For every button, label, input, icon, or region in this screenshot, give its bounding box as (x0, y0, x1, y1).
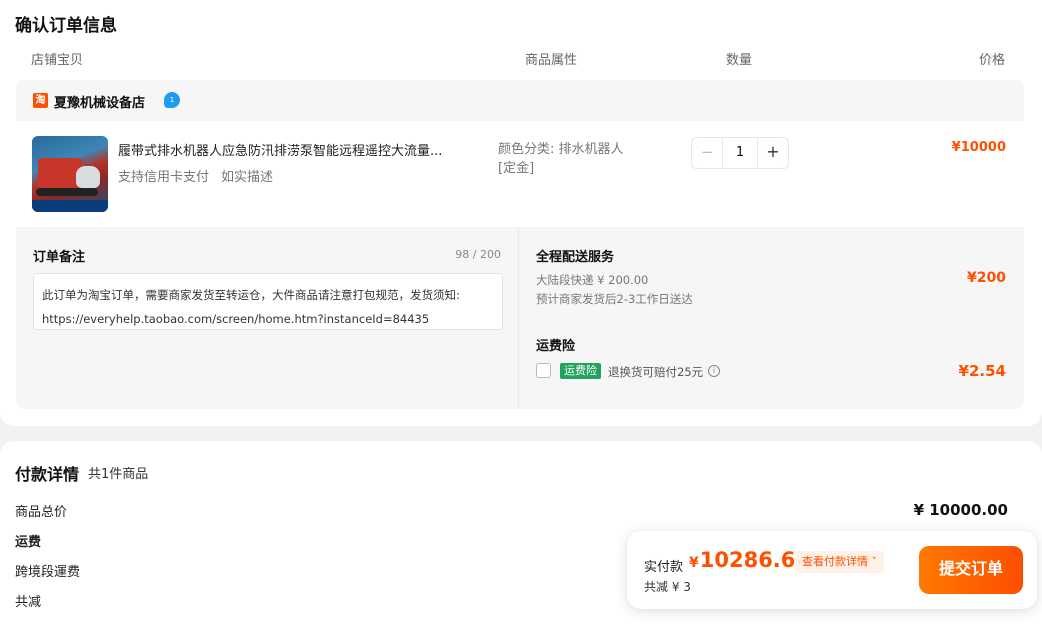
remark-input[interactable]: 此订单为淘宝订单，需要商家发货至转运仓，大件商品请注意打包规范，发货须知: ht… (33, 273, 503, 330)
payment-row-subtotal: 商品总价 (15, 505, 68, 520)
col-quantity: 数量 (726, 53, 753, 68)
col-attributes: 商品属性 (525, 53, 578, 68)
total-discount: 共减 ¥ 3 (644, 580, 691, 594)
order-box: 淘 夏豫机械设备店 1 履带式排水机器人应急防汛排涝泵智能远程遥控大流量... … (16, 80, 1024, 409)
shipping-eta: 预计商家发货后2-3工作日送达 (536, 292, 693, 306)
product-tags: 支持信用卡支付 如实描述 (118, 166, 273, 185)
quantity-stepper: − 1 + (691, 137, 789, 169)
section-title: 确认订单信息 (15, 16, 117, 36)
payment-subtotal-value: ¥ 10000.00 (913, 501, 1008, 519)
shipping-area: 全程配送服务 大陆段快递 ¥ 200.00 预计商家发货后2-3工作日送达 ¥2… (519, 227, 1024, 409)
shipping-title: 全程配送服务 (536, 250, 615, 265)
insurance-checkbox[interactable] (536, 363, 551, 378)
product-attribute-color: 颜色分类: 排水机器人 (498, 142, 624, 157)
payment-item-count: 共1件商品 (88, 467, 149, 482)
insurance-title: 运费险 (536, 339, 576, 354)
product-attribute-deposit: [定金] (498, 161, 535, 176)
payment-row-shipping: 运费 (15, 535, 42, 550)
shop-row: 淘 夏豫机械设备店 1 (16, 80, 1024, 121)
thumb-shape (32, 200, 108, 212)
insurance-price: ¥2.54 (958, 362, 1006, 380)
insurance-tag: 运费险 (560, 363, 601, 379)
remark-title: 订单备注 (33, 250, 86, 265)
payment-title: 付款详情 (15, 465, 80, 484)
view-payment-details-button[interactable]: 查看付款详情 ˅ (795, 551, 884, 573)
checkout-bar: 实付款 ¥10286.60 查看付款详情 ˅ 共减 ¥ 3 提交订单 (627, 531, 1037, 609)
shop-name[interactable]: 夏豫机械设备店 (54, 92, 145, 111)
remark-area: 订单备注 98 / 200 此订单为淘宝订单，需要商家发货至转运仓，大件商品请注… (16, 227, 519, 409)
decrease-button[interactable]: − (692, 138, 722, 168)
shipping-price: ¥200 (967, 270, 1006, 286)
product-title[interactable]: 履带式排水机器人应急防汛排涝泵智能远程遥控大流量... (118, 140, 478, 159)
payment-row-crossborder: 跨境段運费 (15, 565, 81, 580)
thumb-shape (36, 188, 98, 196)
shop-chat-icon[interactable]: 1 (164, 92, 180, 108)
total-amount: ¥10286.60 (689, 548, 810, 572)
currency-symbol: ¥ (689, 555, 699, 571)
taobao-logo-icon: 淘 (33, 93, 48, 108)
col-shop-item: 店铺宝贝 (31, 53, 84, 68)
thumb-shape (76, 166, 100, 188)
total-amount-value: 10286.60 (699, 548, 811, 572)
tag-credit-card: 支持信用卡支付 (118, 170, 210, 185)
quantity-value[interactable]: 1 (722, 138, 758, 168)
col-price: 价格 (979, 53, 1006, 68)
tag-as-described: 如实描述 (221, 170, 274, 185)
remark-char-count: 98 / 200 (455, 248, 501, 261)
increase-button[interactable]: + (758, 138, 788, 168)
submit-order-button[interactable]: 提交订单 (919, 546, 1023, 594)
item-row: 履带式排水机器人应急防汛排涝泵智能远程遥控大流量... 支持信用卡支付 如实描述 … (16, 121, 1024, 227)
item-price: ¥10000 (951, 140, 1006, 155)
shipping-fee-line: 大陆段快递 ¥ 200.00 (536, 273, 649, 287)
total-label: 实付款 (644, 560, 684, 575)
info-icon[interactable]: i (708, 365, 720, 377)
insurance-description: 退换货可赔付25元 (608, 365, 704, 379)
product-thumbnail[interactable] (32, 136, 108, 212)
order-info-card: 确认订单信息 店铺宝贝 商品属性 数量 价格 淘 夏豫机械设备店 1 履带式排水… (0, 0, 1042, 426)
payment-row-discount: 共减 (15, 595, 42, 610)
